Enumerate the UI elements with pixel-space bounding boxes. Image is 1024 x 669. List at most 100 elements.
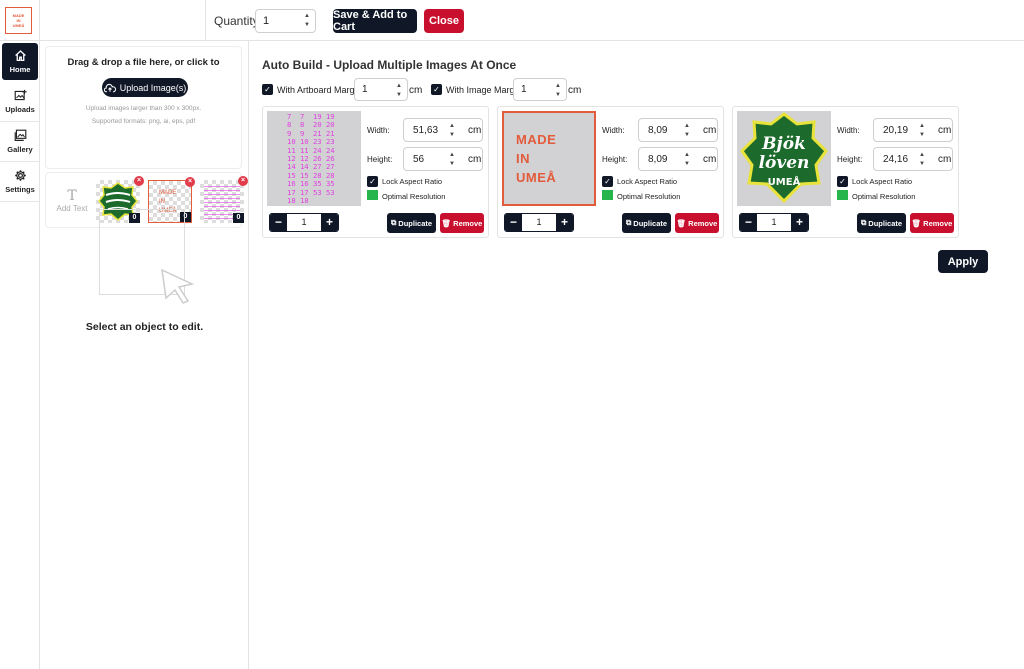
apply-button[interactable]: Apply <box>938 250 988 273</box>
height-input[interactable]: 56 ▲ ▼ cm <box>403 147 483 171</box>
add-text-button[interactable]: T Add Text <box>51 179 93 222</box>
spin-down-icon[interactable]: ▼ <box>396 92 402 99</box>
remove-button[interactable]: 🗑 Remove <box>675 213 719 233</box>
remove-button[interactable]: 🗑 Remove <box>910 213 954 233</box>
spin-down-icon[interactable]: ▼ <box>449 161 455 168</box>
card-quantity-stepper[interactable]: − 1 + <box>739 213 809 232</box>
image-margin-input[interactable]: 1 ▲ ▼ <box>513 78 567 101</box>
increment-button[interactable]: + <box>321 214 338 231</box>
spin-down-icon[interactable]: ▼ <box>555 92 561 99</box>
nav-uploads[interactable]: Uploads <box>2 83 38 120</box>
upload-images-button[interactable]: Upload Image(s) <box>102 78 188 97</box>
spin-down-icon[interactable]: ▼ <box>919 132 925 139</box>
decrement-button[interactable]: − <box>505 214 522 231</box>
nav-gallery[interactable]: Gallery <box>2 123 38 160</box>
nav-divider <box>0 161 40 162</box>
spin-up-icon[interactable]: ▲ <box>919 152 925 159</box>
width-spinner[interactable]: ▲ ▼ <box>683 123 691 139</box>
unit-label: cm <box>703 154 717 165</box>
quantity-input[interactable]: 1 ▲ ▼ <box>255 9 316 33</box>
duplicate-label: Duplicate <box>868 218 903 228</box>
upload-images-label: Upload Image(s) <box>119 82 187 93</box>
spin-up-icon[interactable]: ▲ <box>684 123 690 130</box>
card-quantity-stepper[interactable]: − 1 + <box>269 213 339 232</box>
nav-settings[interactable]: Settings <box>2 163 38 200</box>
spin-up-icon[interactable]: ▲ <box>449 152 455 159</box>
height-spinner[interactable]: ▲ ▼ <box>918 152 926 168</box>
top-bar: MADE IN UMEÅ Quantity: 1 ▲ ▼ Save & Add t… <box>0 0 1024 41</box>
close-button[interactable]: Close <box>424 9 464 33</box>
remove-thumbnail-icon[interactable]: × <box>185 177 195 187</box>
logo[interactable]: MADE IN UMEÅ <box>5 7 32 34</box>
increment-button[interactable]: + <box>791 214 808 231</box>
artboard-margin-input[interactable]: 1 ▲ ▼ <box>354 78 408 101</box>
lock-aspect-checkbox[interactable]: ✓ <box>602 176 613 187</box>
duplicate-button[interactable]: ⧉ Duplicate <box>387 213 436 233</box>
remove-thumbnail-icon[interactable]: × <box>238 176 248 186</box>
card-quantity-value[interactable]: 1 <box>757 214 791 231</box>
increment-button[interactable]: + <box>556 214 573 231</box>
remove-thumbnail-icon[interactable]: × <box>134 176 144 186</box>
lock-aspect-checkbox[interactable]: ✓ <box>367 176 378 187</box>
artboard-margin-spinner[interactable]: ▲ ▼ <box>395 83 403 99</box>
spin-down-icon[interactable]: ▼ <box>304 22 310 29</box>
spin-down-icon[interactable]: ▼ <box>684 132 690 139</box>
upload-dropzone[interactable]: Drag & drop a file here, or click to Upl… <box>45 46 242 169</box>
width-input[interactable]: 8,09 ▲ ▼ cm <box>638 118 718 142</box>
unit-label: cm <box>938 154 952 165</box>
spin-down-icon[interactable]: ▼ <box>449 132 455 139</box>
spin-up-icon[interactable]: ▲ <box>684 152 690 159</box>
spin-up-icon[interactable]: ▲ <box>555 83 561 90</box>
lock-aspect-label: Lock Aspect Ratio <box>382 177 443 186</box>
width-input[interactable]: 20,19 ▲ ▼ cm <box>873 118 953 142</box>
image-margin-value: 1 <box>521 84 527 95</box>
quantity-spinner[interactable]: ▲ ▼ <box>303 13 311 29</box>
artboard-margin-checkbox[interactable]: ✓ <box>262 84 273 95</box>
spin-down-icon[interactable]: ▼ <box>919 161 925 168</box>
width-input[interactable]: 51,63 ▲ ▼ cm <box>403 118 483 142</box>
logo-text-line: Bjök <box>761 134 806 154</box>
width-spinner[interactable]: ▲ ▼ <box>448 123 456 139</box>
upload-size-hint: Upload images larger than 300 x 300px. <box>85 105 202 112</box>
cursor-pointer-icon <box>161 268 195 304</box>
unit-label: cm <box>568 85 582 96</box>
save-add-to-cart-button[interactable]: Save & Add to Cart <box>333 9 417 33</box>
artboard-margin-value: 1 <box>362 84 368 95</box>
height-label: Height: <box>837 155 863 164</box>
thumbnail-numbers[interactable]: × 0 <box>200 176 248 223</box>
upload-format-hint: Supported formats: png, ai, eps, pdf <box>91 118 196 125</box>
spin-up-icon[interactable]: ▲ <box>449 123 455 130</box>
logo-line-3: UMEÅ <box>12 23 25 28</box>
image-text-line: MADE <box>516 132 557 147</box>
remove-button[interactable]: 🗑 Remove <box>440 213 484 233</box>
decrement-button[interactable]: − <box>740 214 757 231</box>
card-quantity-value[interactable]: 1 <box>522 214 556 231</box>
height-input[interactable]: 24,16 ▲ ▼ cm <box>873 147 953 171</box>
nav-home[interactable]: Home <box>2 43 38 80</box>
card-image-numbers: 7 7 19 19 8 8 20 20 9 9 21 21 10 10 23 2… <box>267 111 361 206</box>
spin-up-icon[interactable]: ▲ <box>304 13 310 20</box>
card-quantity-stepper[interactable]: − 1 + <box>504 213 574 232</box>
spin-up-icon[interactable]: ▲ <box>919 123 925 130</box>
duplicate-button[interactable]: ⧉ Duplicate <box>622 213 671 233</box>
card-quantity-value[interactable]: 1 <box>287 214 321 231</box>
height-value: 56 <box>413 154 425 165</box>
optimal-resolution-label: Optimal Resolution <box>617 192 681 201</box>
nav-home-label: Home <box>9 65 31 74</box>
height-label: Height: <box>367 155 393 164</box>
height-input[interactable]: 8,09 ▲ ▼ cm <box>638 147 718 171</box>
remove-label: Remove <box>453 218 483 228</box>
width-spinner[interactable]: ▲ ▼ <box>918 123 926 139</box>
image-margin-checkbox[interactable]: ✓ <box>431 84 442 95</box>
width-value: 8,09 <box>648 125 668 136</box>
duplicate-button[interactable]: ⧉ Duplicate <box>857 213 906 233</box>
lock-aspect-checkbox[interactable]: ✓ <box>837 176 848 187</box>
image-margin-spinner[interactable]: ▲ ▼ <box>554 83 562 99</box>
spin-up-icon[interactable]: ▲ <box>396 83 402 90</box>
height-spinner[interactable]: ▲ ▼ <box>448 152 456 168</box>
height-spinner[interactable]: ▲ ▼ <box>683 152 691 168</box>
unit-label: cm <box>938 125 952 136</box>
trash-icon: 🗑 <box>441 218 452 228</box>
decrement-button[interactable]: − <box>270 214 287 231</box>
spin-down-icon[interactable]: ▼ <box>684 161 690 168</box>
